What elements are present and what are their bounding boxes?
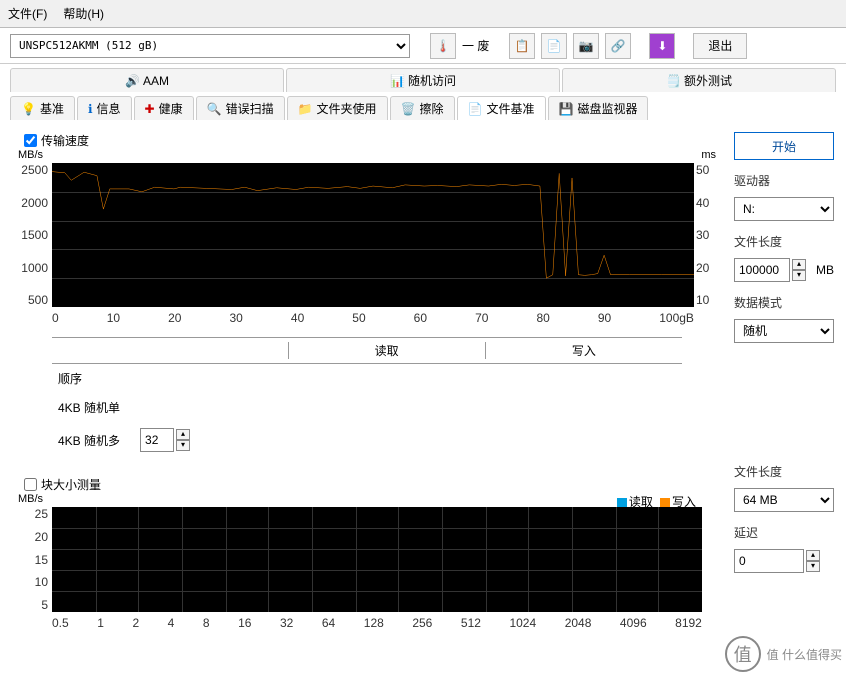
chart1-y2unit: ms xyxy=(701,149,716,161)
tab-error-scan[interactable]: 🔍错误扫描 xyxy=(196,96,285,120)
watermark-logo-icon: 值 xyxy=(725,636,761,672)
upper-tab-bar: 🔊AAM 📊随机访问 🗒️额外测试 xyxy=(0,64,846,92)
tab-disk-monitor[interactable]: 💾磁盘监视器 xyxy=(548,96,649,120)
row-4kb-single: 4KB 随机单 xyxy=(52,399,682,416)
calculator-icon: 🗒️ xyxy=(666,74,680,88)
menu-help[interactable]: 帮助(H) xyxy=(63,5,104,22)
tab-erase[interactable]: 🗑️擦除 xyxy=(390,96,455,120)
blocksize-label: 块大小测量 xyxy=(41,476,101,493)
link-icon[interactable]: 🔗 xyxy=(605,33,631,59)
transfer-speed-label: 传输速度 xyxy=(41,132,89,149)
flen-up[interactable]: ▴ xyxy=(792,259,806,270)
thermometer-icon: 🌡️ xyxy=(430,33,456,59)
magnifier-icon: 🔍 xyxy=(207,102,222,116)
file-length-label: 文件长度 xyxy=(734,233,834,250)
chart1-trace xyxy=(52,163,694,307)
tab-health[interactable]: ✚健康 xyxy=(134,96,194,120)
results-write-header: 写入 xyxy=(486,342,682,359)
main-content: 传输速度 MB/s ms 2500200015001000500 5040302… xyxy=(0,120,846,642)
tab-random-access[interactable]: 📊随机访问 xyxy=(286,68,560,92)
trash-icon: 🗑️ xyxy=(401,102,416,116)
tab-benchmark[interactable]: 💡基准 xyxy=(10,96,75,120)
tab-extra-tests[interactable]: 🗒️额外测试 xyxy=(562,68,836,92)
toolbar: UNSPC512AKMM (512 gB) 🌡️ 一 废 📋 📄 📷 🔗 ⬇ 退… xyxy=(0,28,846,64)
menu-file[interactable]: 文件(F) xyxy=(8,5,47,22)
chart2-yaxis: 252015105 xyxy=(18,507,48,612)
flen-down[interactable]: ▾ xyxy=(792,270,806,281)
lower-tab-bar: 💡基准 ℹ信息 ✚健康 🔍错误扫描 📁文件夹使用 🗑️擦除 📄文件基准 💾磁盘监… xyxy=(0,92,846,120)
info-icon: ℹ xyxy=(88,102,93,116)
file-icon: 📄 xyxy=(468,102,483,116)
data-mode-label: 数据模式 xyxy=(734,294,834,311)
delay-label: 延迟 xyxy=(734,524,834,541)
threads-down[interactable]: ▾ xyxy=(176,440,190,451)
thread-count-input[interactable] xyxy=(140,428,174,452)
exit-button[interactable]: 退出 xyxy=(693,33,747,59)
delay-input[interactable] xyxy=(734,549,804,573)
chart1-xaxis: 0102030405060708090100gB xyxy=(52,311,694,325)
tab-folder-usage[interactable]: 📁文件夹使用 xyxy=(287,96,388,120)
threads-up[interactable]: ▴ xyxy=(176,429,190,440)
menu-bar: 文件(F) 帮助(H) xyxy=(0,0,846,28)
blocksize-checkbox[interactable] xyxy=(24,478,37,491)
drive-label: 驱动器 xyxy=(734,172,834,189)
speaker-icon: 🔊 xyxy=(125,74,139,88)
chart1-yunit: MB/s xyxy=(18,149,43,161)
data-mode-select[interactable]: 随机 xyxy=(734,319,834,343)
file-length2-label: 文件长度 xyxy=(734,463,834,480)
bulb-icon: 💡 xyxy=(21,102,36,116)
tab-file-benchmark[interactable]: 📄文件基准 xyxy=(457,96,546,120)
row-4kb-multi: 4KB 随机多 xyxy=(58,432,120,449)
file-length-input[interactable] xyxy=(734,258,790,282)
chart2-yunit: MB/s xyxy=(18,493,43,505)
device-select[interactable]: UNSPC512AKMM (512 gB) xyxy=(10,34,410,58)
delay-down[interactable]: ▾ xyxy=(806,561,820,572)
file-length-unit: MB xyxy=(816,263,834,277)
drive-select[interactable]: N: xyxy=(734,197,834,221)
chart2-xaxis: 0.512481632641282565121024204840968192 xyxy=(52,616,702,630)
chart1-y2axis: 5040302010 xyxy=(696,163,722,307)
transfer-chart: 2500200015001000500 5040302010 xyxy=(52,163,694,307)
chart1-yaxis: 2500200015001000500 xyxy=(18,163,48,307)
blocksize-chart: 252015105 xyxy=(52,507,702,612)
tab-aam[interactable]: 🔊AAM xyxy=(10,68,284,92)
tab-info[interactable]: ℹ信息 xyxy=(77,96,132,120)
download-icon[interactable]: ⬇ xyxy=(649,33,675,59)
row-sequential: 顺序 xyxy=(52,370,682,387)
toolbar-btn-2[interactable]: 📄 xyxy=(541,33,567,59)
random-icon: 📊 xyxy=(390,74,404,88)
delay-up[interactable]: ▴ xyxy=(806,550,820,561)
transfer-speed-checkbox[interactable] xyxy=(24,134,37,147)
controls-panel: 开始 驱动器 N: 文件长度 ▴▾ MB 数据模式 随机 文件长度 64 MB … xyxy=(734,132,834,630)
file-length2-select[interactable]: 64 MB xyxy=(734,488,834,512)
watermark: 值 值 什么值得买 xyxy=(725,636,842,672)
start-button[interactable]: 开始 xyxy=(734,132,834,160)
temperature-label: 一 废 xyxy=(462,37,489,54)
toolbar-btn-1[interactable]: 📋 xyxy=(509,33,535,59)
plus-icon: ✚ xyxy=(145,102,155,116)
results-table: 读取 写入 顺序 4KB 随机单 4KB 随机多 ▴▾ xyxy=(52,337,682,458)
folder-icon: 📁 xyxy=(298,102,313,116)
results-read-header: 读取 xyxy=(289,342,486,359)
camera-icon[interactable]: 📷 xyxy=(573,33,599,59)
monitor-icon: 💾 xyxy=(559,102,574,116)
